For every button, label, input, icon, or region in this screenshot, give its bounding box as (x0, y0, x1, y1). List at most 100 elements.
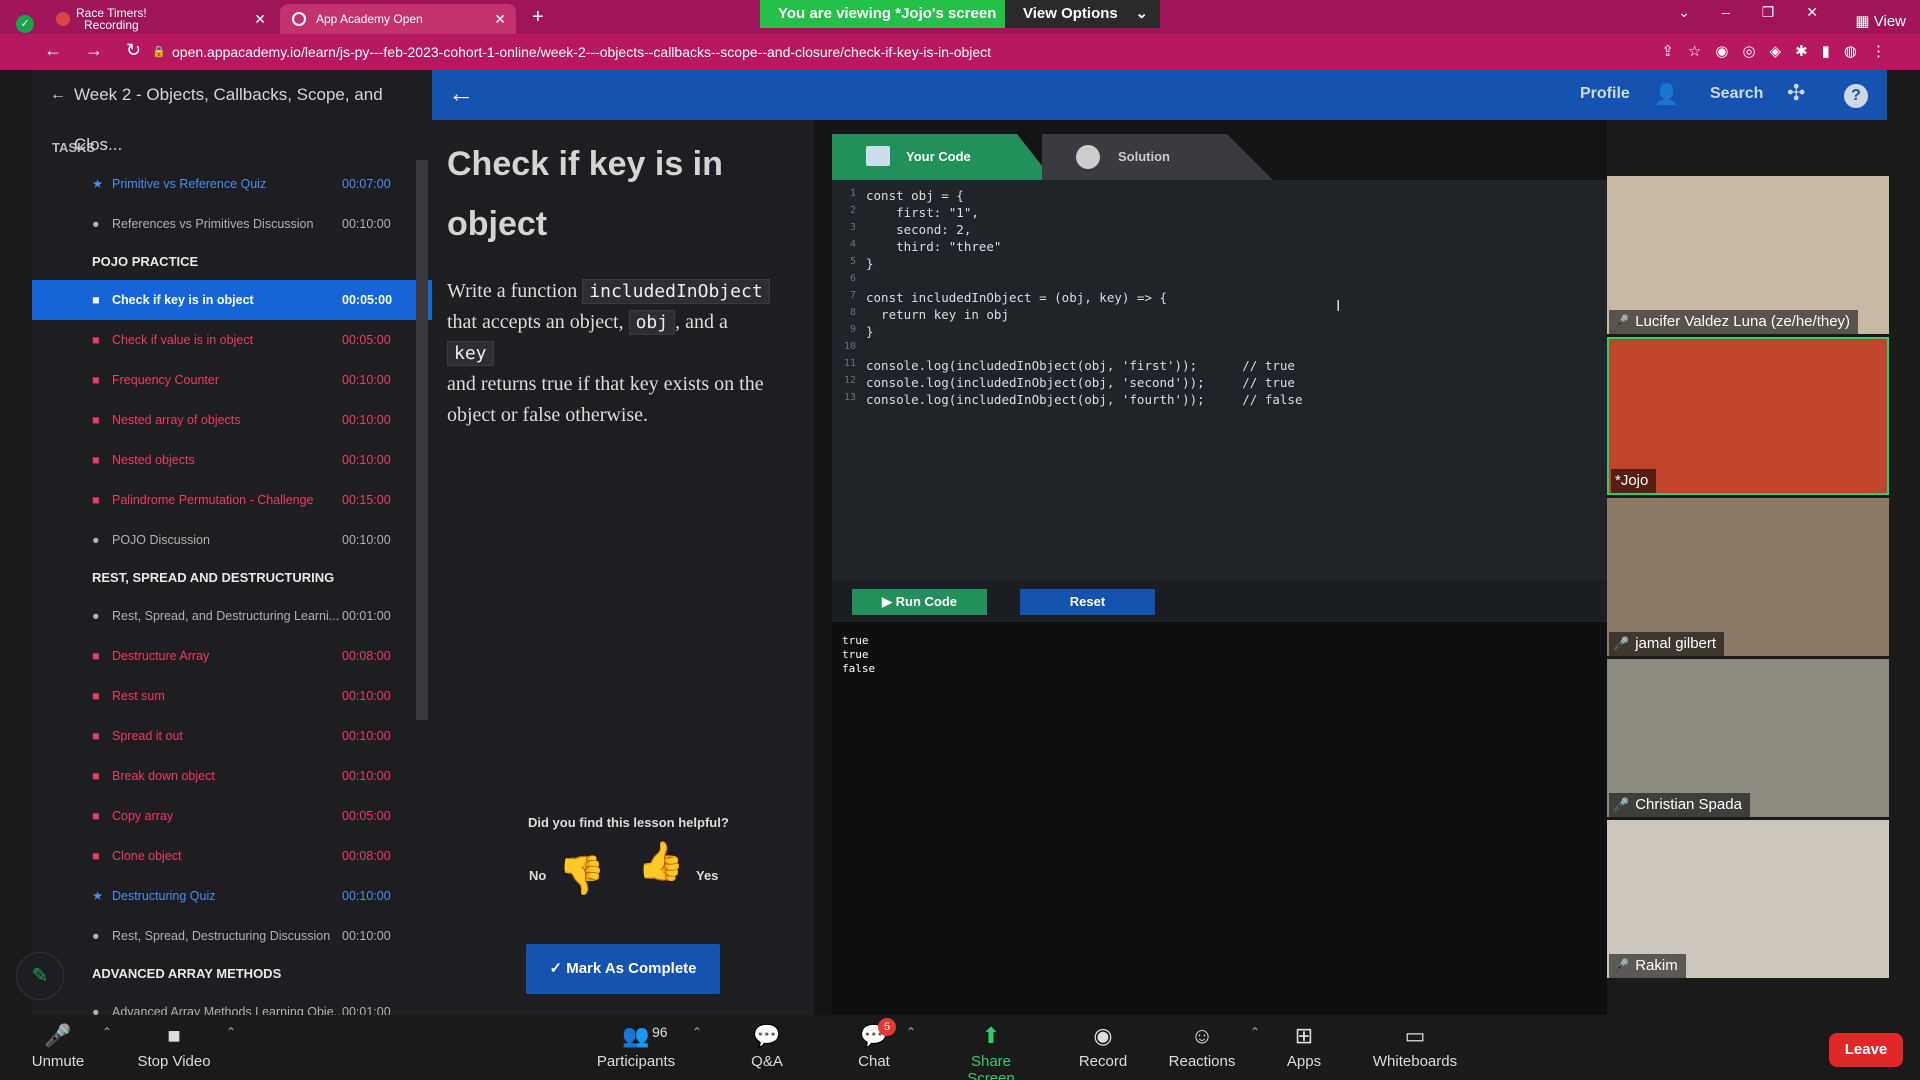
task-duration: 00:15:00 (342, 493, 391, 507)
chat-button[interactable]: 💬 5 Chat ⌃ (856, 1015, 916, 1080)
task-item[interactable]: ★ Destructuring Quiz 00:10:00 (32, 876, 432, 916)
participant-video-tile[interactable]: 🎤 jamal gilbert (1607, 498, 1889, 656)
help-icon[interactable]: ? (1844, 84, 1868, 108)
record-button[interactable]: ◉ Record (1078, 1015, 1128, 1080)
participant-video-column: 🎤 Lucifer Valdez Luna (ze/he/they) *Jojo 🎤 j… (1607, 120, 1889, 1015)
apps-button[interactable]: ⊞ Apps (1286, 1015, 1322, 1080)
lock-icon: 🔒 (152, 46, 166, 58)
task-duration: 00:10:00 (342, 889, 391, 903)
task-item[interactable]: ■ Frequency Counter 00:10:00 (32, 360, 432, 400)
code-text: console.log(includedInObject(obj, 'fourt… (866, 392, 1303, 407)
stop-video-button[interactable]: ■ Stop Video ⌃ (136, 1015, 236, 1080)
browser-tab-bar: ✓ Race Timers! Recording ✕ App Academy O… (0, 0, 1920, 34)
task-item[interactable]: ■ Copy array 00:05:00 (32, 796, 432, 836)
run-code-button[interactable]: ▶ Run Code (852, 589, 987, 615)
task-item[interactable]: ■ Nested array of objects 00:10:00 (32, 400, 432, 440)
task-name: Rest sum (112, 689, 165, 703)
participant-video-tile[interactable]: *Jojo (1607, 337, 1889, 495)
back-arrow-icon[interactable]: ← (448, 78, 474, 109)
pencil-icon[interactable]: ✎ (16, 952, 64, 1000)
slack-icon[interactable]: ✣ (1787, 80, 1805, 106)
task-bullet-icon: ● (92, 609, 100, 623)
address-bar: ← → ↻ 🔒 open.appacademy.io/learn/js-py--… (0, 34, 1920, 70)
chevron-up-icon[interactable]: ⌃ (1250, 1025, 1260, 1039)
unmute-button[interactable]: 🎤 Unmute ⌃ (28, 1015, 112, 1080)
reload-icon[interactable]: ↻ (126, 40, 141, 60)
week-header[interactable]: ← Week 2 - Objects, Callbacks, Scope, an… (32, 70, 432, 154)
task-item[interactable]: ● References vs Primitives Discussion 00:1… (32, 204, 432, 244)
window-controls[interactable]: ⌄–❐✕ (1678, 4, 1850, 21)
tab-your-code[interactable]: Your Code (832, 134, 1053, 180)
text-cursor-icon: I (1336, 298, 1341, 315)
code-text: return key in obj (866, 307, 1009, 322)
code-editor[interactable]: 1 const obj = {2 first: "1", 3 second: 2, 4… (832, 180, 1607, 580)
task-item[interactable]: ★ Primitive vs Reference Quiz 00:07:00 (32, 164, 432, 204)
task-item[interactable]: ■ Nested objects 00:10:00 (32, 440, 432, 480)
profile-link[interactable]: Profile (1580, 85, 1630, 103)
mark-complete-button[interactable]: ✓ Mark As Complete (526, 944, 720, 994)
participants-button[interactable]: 👥 96 Participants ⌃ (594, 1015, 702, 1080)
back-arrow-icon[interactable]: ← (50, 70, 66, 120)
forward-arrow-icon[interactable]: → (85, 40, 103, 60)
close-tab-icon[interactable]: ✕ (494, 4, 506, 34)
participant-name-tag: 🎤 Rakim (1609, 954, 1686, 978)
participant-video-tile[interactable]: 🎤 Rakim (1607, 820, 1889, 978)
task-bullet-icon: ■ (92, 293, 100, 307)
chevron-down-icon: ⌄ (1135, 5, 1148, 22)
task-item[interactable]: ■ Check if key is in object 00:05:00 (32, 280, 432, 320)
task-item[interactable]: ■ Spread it out 00:10:00 (32, 716, 432, 756)
task-list: ★ Primitive vs Reference Quiz 00:07:00 ● Ref… (32, 164, 432, 1032)
task-item[interactable]: ■ Palindrome Permutation - Challenge 00:1… (32, 480, 432, 520)
leave-button[interactable]: Leave (1829, 1033, 1903, 1067)
task-item[interactable]: ■ Break down object 00:10:00 (32, 756, 432, 796)
task-duration: 00:10:00 (342, 929, 391, 943)
chevron-up-icon[interactable]: ⌃ (102, 1025, 112, 1039)
search-link[interactable]: Search (1710, 85, 1763, 103)
task-duration: 00:08:00 (342, 649, 391, 663)
video-camera-icon: ■ (167, 1023, 181, 1048)
tab-app-academy[interactable]: App Academy Open ✕ (280, 4, 516, 34)
share-screen-button[interactable]: ⬆ Share Screen (946, 1015, 1036, 1080)
extension-icons[interactable]: ⇪☆◉◎◈✱▮◍⋮ (1661, 42, 1900, 60)
sidebar-scrollbar[interactable] (416, 160, 428, 720)
participant-video-tile[interactable]: 🎤 Christian Spada (1607, 659, 1889, 817)
close-tab-icon[interactable]: ✕ (254, 4, 266, 34)
task-item[interactable]: ● Rest, Spread, and Destructuring Learni.… (32, 596, 432, 636)
chevron-up-icon[interactable]: ⌃ (906, 1025, 916, 1039)
console-output: true true false (832, 622, 1607, 1015)
task-item[interactable]: ■ Clone object 00:08:00 (32, 836, 432, 876)
chevron-up-icon[interactable]: ⌃ (692, 1025, 702, 1039)
nav-buttons[interactable]: ← → ↻ (44, 40, 141, 61)
url-field[interactable]: 🔒 open.appacademy.io/learn/js-py---feb-2… (148, 39, 1568, 65)
whiteboards-button[interactable]: ▭ Whiteboards (1370, 1015, 1460, 1080)
view-options-button[interactable]: View Options ⌄ (1005, 0, 1160, 28)
back-arrow-icon[interactable]: ← (44, 40, 62, 60)
task-name: Nested array of objects (112, 413, 241, 427)
chevron-up-icon[interactable]: ⌃ (226, 1025, 236, 1039)
apps-icon: ⊞ (1294, 1023, 1314, 1048)
qa-bubble-icon: 💬 (753, 1023, 781, 1048)
task-item[interactable]: ● Rest, Spread, Destructuring Discussion 0… (32, 916, 432, 956)
thumbs-up-icon[interactable]: 👍 (637, 840, 684, 884)
view-button[interactable]: ▦ View (1855, 12, 1906, 30)
new-tab-icon[interactable]: + (532, 6, 544, 29)
task-item[interactable]: ● POJO Discussion 00:10:00 (32, 520, 432, 560)
participant-video-tile[interactable]: 🎤 Lucifer Valdez Luna (ze/he/they) (1607, 176, 1889, 334)
task-item[interactable]: ■ Rest sum 00:10:00 (32, 676, 432, 716)
tab-solution[interactable]: Solution (1042, 134, 1273, 180)
stop-video-label: Stop Video (137, 1053, 211, 1070)
task-bullet-icon: ■ (92, 453, 100, 467)
reactions-label: Reactions (1168, 1053, 1236, 1070)
task-duration: 00:10:00 (342, 217, 391, 231)
qa-button[interactable]: 💬 Q&A (748, 1015, 786, 1080)
reset-button[interactable]: Reset (1020, 589, 1155, 615)
reactions-button[interactable]: ☺ Reactions ⌃ (1168, 1015, 1260, 1080)
tab-race-timers[interactable]: Race Timers! Recording ✕ (44, 4, 276, 34)
task-item[interactable]: ■ Check if value is in object 00:05:00 (32, 320, 432, 360)
lesson-sidebar: ← Week 2 - Objects, Callbacks, Scope, an… (32, 70, 432, 1019)
task-duration: 00:01:00 (342, 609, 391, 623)
user-icon[interactable]: 👤 (1654, 82, 1679, 107)
task-item[interactable]: ■ Destructure Array 00:08:00 (32, 636, 432, 676)
thumbs-down-icon[interactable]: 👎 (558, 854, 605, 898)
code-panel: Your Code Solution 1 const obj = {2 first… (814, 120, 1607, 1015)
